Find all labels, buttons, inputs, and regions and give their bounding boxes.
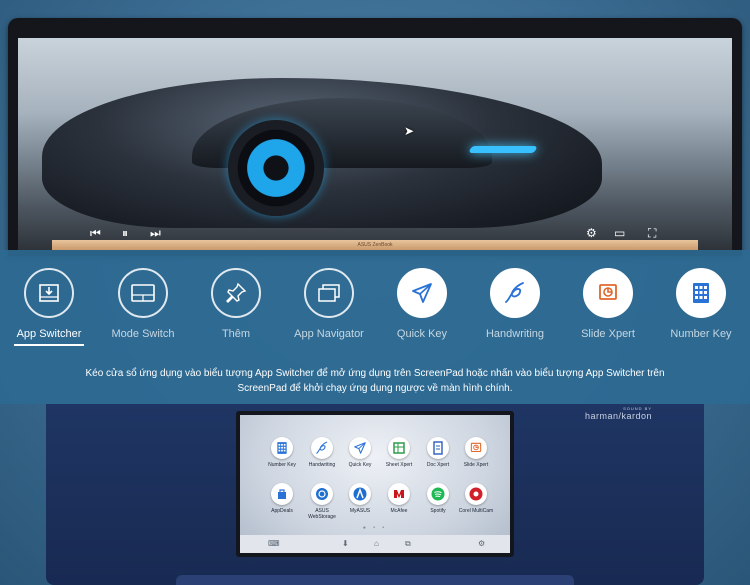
- car-image: [42, 78, 602, 228]
- keyboard-icon[interactable]: ⌨: [268, 539, 280, 548]
- app-navigator-icon: [304, 268, 354, 318]
- slide-xpert-icon: [465, 437, 487, 459]
- slide-xpert-icon: [583, 268, 633, 318]
- screenpad-app-label: Corel MultiCam: [458, 508, 494, 514]
- feature-number-key[interactable]: Number Key: [654, 268, 748, 340]
- screenpad-app-mcafee[interactable]: McAfee: [379, 483, 419, 514]
- paper-plane-icon: [349, 437, 371, 459]
- feature-label: Handwriting: [485, 328, 545, 340]
- feature-label: App Switcher: [16, 328, 82, 340]
- feature-label: Mode Switch: [111, 328, 175, 340]
- feature-app-navigator[interactable]: App Navigator: [282, 268, 376, 340]
- home-icon[interactable]: ⌂: [374, 539, 379, 548]
- screenpad-app-slide-xpert[interactable]: Slide Xpert: [456, 437, 496, 468]
- screenpad-app-label: MyASUS: [349, 508, 371, 514]
- screenpad-app-label: Sheet Xpert: [385, 462, 413, 468]
- app-switcher-icon[interactable]: ⬇: [342, 539, 349, 548]
- number-key-icon: [271, 437, 293, 459]
- myasus-icon: [349, 483, 371, 505]
- webstorage-icon: [311, 483, 333, 505]
- brand-label: ASUS ZenBook: [357, 242, 393, 248]
- mouse-cursor-icon: ➤: [404, 124, 415, 138]
- feature-label: Number Key: [670, 328, 732, 340]
- doc-xpert-icon: [427, 437, 449, 459]
- bag-icon: [271, 483, 293, 505]
- feature-label: Quick Key: [396, 328, 448, 340]
- multicam-icon: [465, 483, 487, 505]
- speaker-brand-name: harman/kardon: [584, 411, 652, 421]
- screenpad-app-label: Handwriting: [308, 462, 336, 468]
- app-switcher-icon: [24, 268, 74, 318]
- screenpad-app-myasus[interactable]: MyASUS: [340, 483, 380, 514]
- laptop-chin: ASUS ZenBook: [52, 240, 698, 250]
- screenpad-display[interactable]: ● • • ⌨ ⬇ ⌂ ⧉ ⚙ Number Key Handwriting Qui…: [240, 415, 510, 553]
- screenpad-app-spotify[interactable]: Spotify: [418, 483, 458, 514]
- keyboard-deck: SOUND BY harman/kardon ● • • ⌨ ⬇ ⌂ ⧉ ⚙ N…: [46, 404, 704, 585]
- screenpad-app-label: Doc Xpert: [426, 462, 450, 468]
- screenpad-app-label: McAfee: [390, 508, 408, 514]
- mode-switch-icon: [118, 268, 168, 318]
- mcafee-icon: [388, 483, 410, 505]
- screenpad-app-label: ASUS WebStorage: [308, 508, 336, 520]
- feature-th-m[interactable]: Thêm: [189, 268, 283, 340]
- screenpad-app-label: Number Key: [268, 462, 296, 468]
- feature-description: Kéo cửa sổ ứng dụng vào biểu tượng App S…: [85, 368, 665, 394]
- pin-icon: [211, 268, 261, 318]
- feature-band: App Switcher Mode Switch Thêm App Navigator…: [0, 250, 750, 404]
- screenpad-app-number-key[interactable]: Number Key: [262, 437, 302, 468]
- feature-quick-key[interactable]: Quick Key: [375, 268, 469, 340]
- feature-mode-switch[interactable]: Mode Switch: [96, 268, 190, 340]
- screenpad-taskbar: ⌨ ⬇ ⌂ ⧉ ⚙: [240, 535, 510, 553]
- screenpad-app-corel-multicam[interactable]: Corel MultiCam: [456, 483, 496, 514]
- screenpad-app-label: Slide Xpert: [463, 462, 489, 468]
- spotify-icon: [427, 483, 449, 505]
- deck-edge: [176, 575, 574, 585]
- screenpad-app-label: Spotify: [430, 508, 446, 514]
- active-underline: [14, 344, 84, 346]
- screenpad-app-doc-xpert[interactable]: Doc Xpert: [418, 437, 458, 468]
- page-indicator: ● • •: [362, 525, 388, 531]
- screenpad: ● • • ⌨ ⬇ ⌂ ⧉ ⚙ Number Key Handwriting Qui…: [236, 411, 514, 557]
- car-wheel: [228, 120, 324, 216]
- speaker-brand: SOUND BY harman/kardon: [585, 406, 652, 421]
- car-headlight: [468, 146, 538, 153]
- feature-app-switcher[interactable]: App Switcher: [2, 268, 96, 346]
- settings-gear-icon[interactable]: ⚙: [478, 539, 485, 548]
- laptop-lid: ➤: [8, 18, 742, 256]
- feature-label: App Navigator: [294, 328, 364, 340]
- app-navigator-icon[interactable]: ⧉: [405, 539, 411, 549]
- feature-label: Thêm: [221, 328, 251, 340]
- handwriting-icon: [490, 268, 540, 318]
- screenpad-app-asus-webstorage[interactable]: ASUS WebStorage: [302, 483, 342, 520]
- video-frame[interactable]: ➤: [18, 38, 732, 250]
- screenpad-app-appdeals[interactable]: AppDeals: [262, 483, 302, 514]
- screenpad-app-quick-key[interactable]: Quick Key: [340, 437, 380, 468]
- screenpad-app-handwriting[interactable]: Handwriting: [302, 437, 342, 468]
- screenpad-app-label: AppDeals: [271, 508, 293, 514]
- feature-slide-xpert[interactable]: Slide Xpert: [561, 268, 655, 340]
- sheet-xpert-icon: [388, 437, 410, 459]
- handwriting-icon: [311, 437, 333, 459]
- feature-handwriting[interactable]: Handwriting: [468, 268, 562, 340]
- paper-plane-icon: [397, 268, 447, 318]
- screenpad-app-sheet-xpert[interactable]: Sheet Xpert: [379, 437, 419, 468]
- feature-label: Slide Xpert: [581, 328, 635, 340]
- screenpad-app-label: Quick Key: [348, 462, 372, 468]
- number-key-icon: [676, 268, 726, 318]
